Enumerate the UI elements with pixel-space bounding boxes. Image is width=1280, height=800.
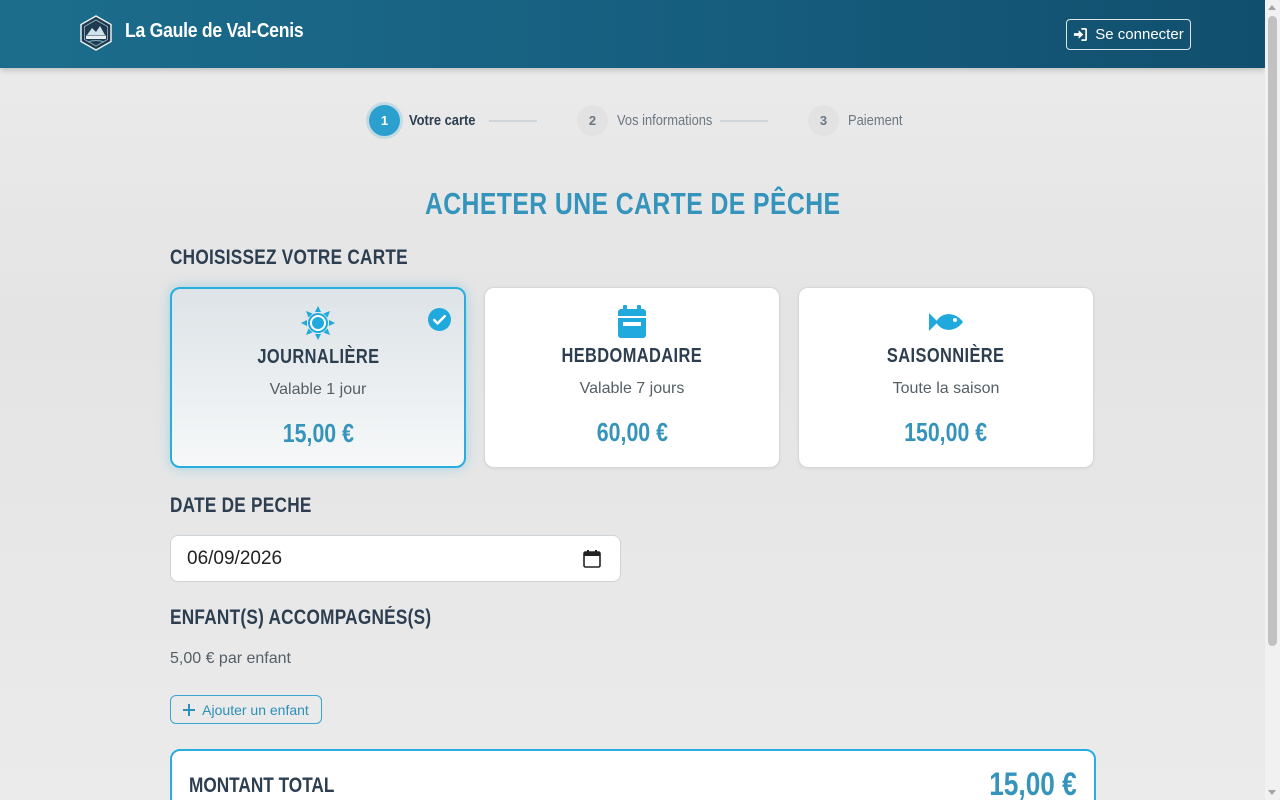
card-description: Toute la saison (892, 380, 1000, 397)
step-1-label: Votre carte (409, 112, 476, 129)
page-scrollbar[interactable] (1265, 0, 1280, 800)
card-journaliere[interactable]: JOURNALIÈRE Valable 1 jour 15,00 € (170, 287, 466, 468)
calendar-icon (618, 305, 646, 338)
sun-icon (301, 306, 335, 340)
add-child-button[interactable]: Ajouter un enfant (170, 695, 322, 724)
card-hebdomadaire[interactable]: HEBDOMADAIRE Valable 7 jours 60,00 € (484, 287, 780, 468)
plus-icon (183, 703, 196, 716)
card-name: HEBDOMADAIRE (561, 345, 703, 367)
scroll-up-arrow-icon[interactable] (1268, 5, 1276, 10)
step-3: 3 Paiement (808, 105, 911, 136)
fish-icon (929, 313, 963, 331)
calendar-picker-icon[interactable] (583, 550, 601, 568)
card-name: SAISONNIÈRE (887, 345, 1005, 367)
card-price: 150,00 € (904, 417, 988, 447)
choose-card-title: CHOISISSEZ VOTRE CARTE (170, 246, 408, 269)
top-header: La Gaule de Val-Cenis Se connecter (0, 0, 1265, 68)
step-1: 1 Votre carte (369, 105, 486, 136)
scroll-down-arrow-icon[interactable] (1268, 790, 1276, 795)
step-2-number: 2 (577, 105, 608, 136)
login-button-label: Se connecter (1095, 26, 1184, 43)
add-child-label: Ajouter un enfant (202, 701, 309, 718)
total-box: MONTANT TOTAL 15,00 € (170, 749, 1096, 800)
step-1-number: 1 (369, 105, 400, 136)
scrollbar-thumb[interactable] (1268, 16, 1277, 646)
children-title: ENFANT(S) ACCOMPAGNÉS(S) (170, 606, 432, 629)
card-saisonniere[interactable]: SAISONNIÈRE Toute la saison 150,00 € (798, 287, 1094, 468)
card-price: 15,00 € (282, 418, 354, 448)
total-label: MONTANT TOTAL (189, 774, 335, 797)
card-description: Valable 1 jour (269, 381, 367, 398)
date-title: DATE DE PECHE (170, 494, 312, 517)
step-connector (489, 120, 537, 122)
check-circle-icon (428, 308, 451, 331)
fishing-date-input[interactable]: 06/09/2026 (170, 535, 621, 582)
card-name: JOURNALIÈRE (256, 346, 380, 368)
step-3-number: 3 (808, 105, 839, 136)
page-title: ACHETER UNE CARTE DE PÊCHE (424, 186, 841, 221)
step-2: 2 Vos informations (577, 105, 728, 136)
step-connector (720, 120, 768, 122)
sign-in-icon (1074, 28, 1088, 41)
card-description: Valable 7 jours (579, 380, 685, 397)
club-logo-icon[interactable] (78, 15, 114, 51)
step-3-label: Paiement (848, 112, 903, 129)
card-price: 60,00 € (596, 417, 668, 447)
brand-name[interactable]: La Gaule de Val-Cenis (125, 20, 304, 43)
date-value: 06/09/2026 (187, 547, 283, 569)
per-child-price: 5,00 € par enfant (170, 650, 291, 667)
login-button[interactable]: Se connecter (1066, 19, 1191, 50)
step-2-label: Vos informations (617, 112, 713, 129)
total-value: 15,00 € (989, 766, 1077, 800)
